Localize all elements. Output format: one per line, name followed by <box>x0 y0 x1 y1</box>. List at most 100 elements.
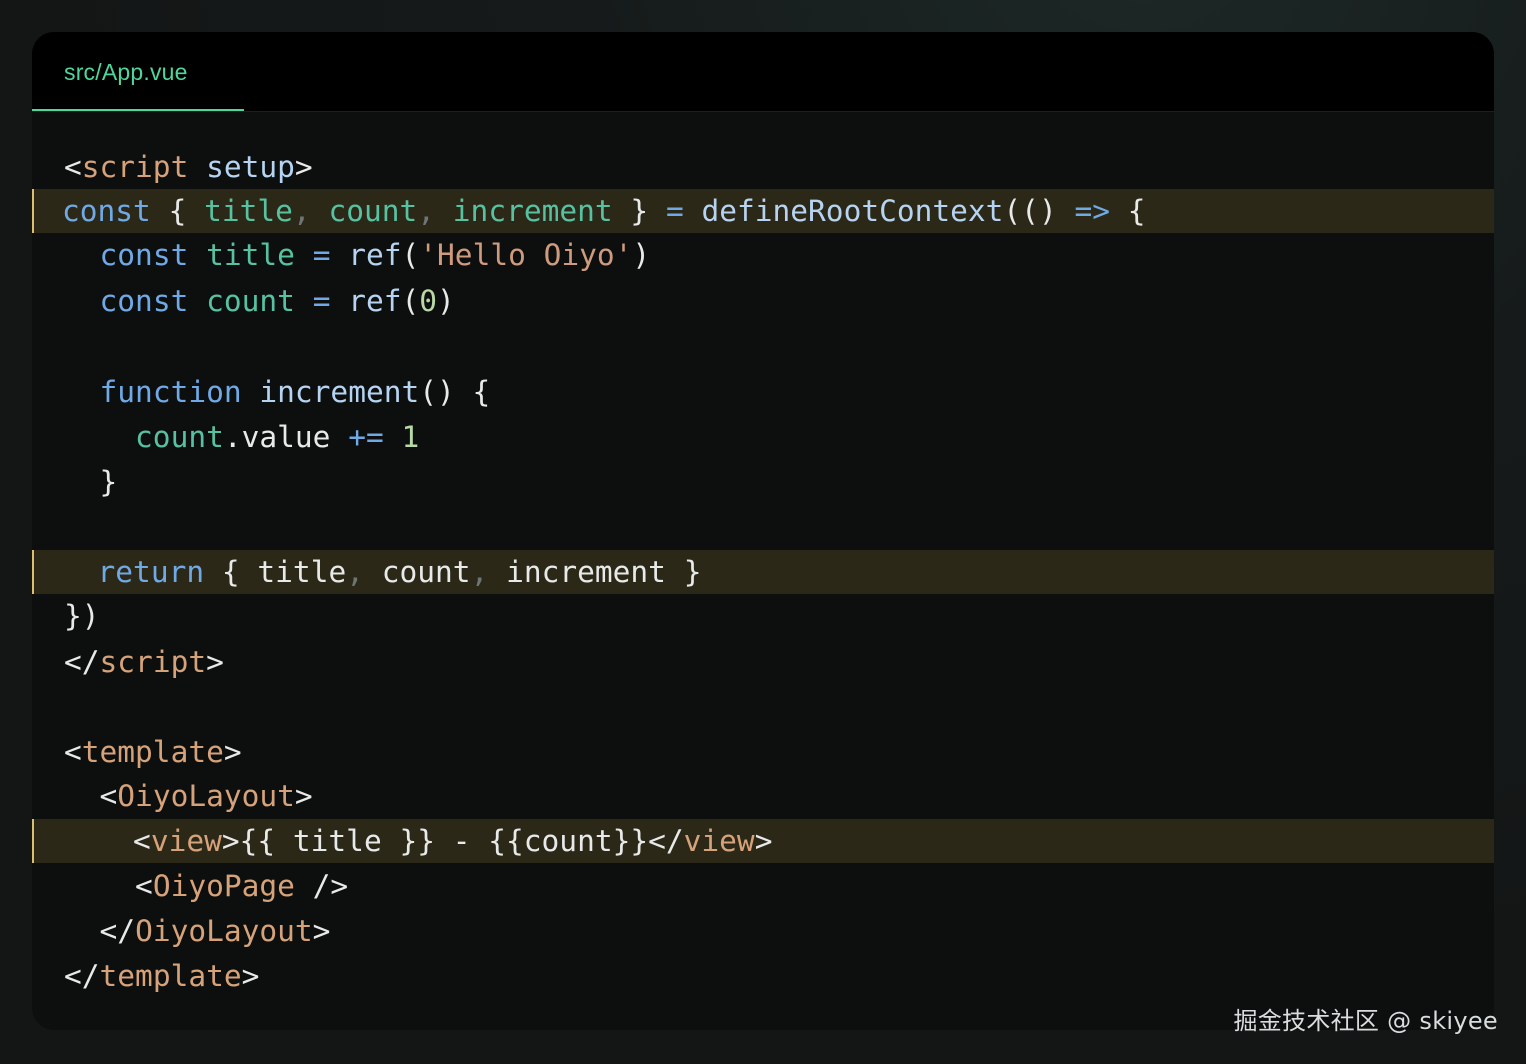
code-token: title <box>206 238 295 272</box>
code-token: OiyoLayout <box>117 779 295 813</box>
code-token: </ <box>64 645 100 679</box>
code-line: <script setup> <box>32 145 1494 189</box>
code-token: < <box>64 735 82 769</box>
code-token: } <box>683 555 702 589</box>
code-token: view <box>683 824 755 858</box>
code-token: > <box>754 824 773 858</box>
code-token: += <box>348 420 384 454</box>
code-token: , <box>292 194 311 228</box>
code-line: const count = ref(0) <box>32 279 1494 323</box>
code-token: 0 <box>419 284 438 318</box>
code-token: = <box>665 194 684 228</box>
code-token: increment <box>259 375 420 409</box>
code-line: const title = ref('Hello Oiyo') <box>32 233 1494 277</box>
code-line: <OiyoPage /> <box>32 864 1494 908</box>
code-token: > <box>312 914 331 948</box>
code-token: () <box>419 375 455 409</box>
code-token: script <box>81 150 189 184</box>
code-token: , <box>417 194 436 228</box>
code-token: const <box>99 238 189 272</box>
code-token: ) <box>632 238 651 272</box>
code-line: <template> <box>32 730 1494 774</box>
code-token: { <box>1127 194 1146 228</box>
code-editor-panel: src/App.vue <script setup> const { title,… <box>32 32 1494 1030</box>
code-token: , <box>470 555 489 589</box>
code-token: OiyoLayout <box>135 914 313 948</box>
code-line: } <box>32 460 1494 504</box>
code-token: defineRootContext <box>701 194 1004 228</box>
code-token: title <box>204 194 293 228</box>
code-token: return <box>97 555 205 589</box>
code-token: count <box>206 284 295 318</box>
code-token: setup <box>206 150 295 184</box>
code-line-highlighted: const { title, count, increment } = defi… <box>32 189 1494 233</box>
code-token: { <box>472 375 491 409</box>
code-token: increment <box>506 555 666 589</box>
code-line: </template> <box>32 954 1494 998</box>
code-token: title <box>257 555 347 589</box>
code-token: ) <box>437 284 455 318</box>
code-token: < <box>99 779 118 813</box>
code-token: script <box>99 645 207 679</box>
code-token: }) <box>64 599 100 633</box>
code-token: count <box>328 194 418 228</box>
code-token: >{{ title }} - {{count}}</ <box>221 824 684 858</box>
code-token: ref <box>348 284 402 318</box>
code-token: 'Hello Oiyo' <box>419 238 633 272</box>
code-line: }) <box>32 594 1494 638</box>
code-token: { <box>168 194 187 228</box>
code-token: count <box>381 555 471 589</box>
tab-bar: src/App.vue <box>32 32 1494 112</box>
tab-app-vue[interactable]: src/App.vue <box>32 32 244 111</box>
code-token: const <box>99 284 189 318</box>
tab-label: src/App.vue <box>64 59 188 85</box>
code-line-highlighted: return { title, count, increment } <box>32 550 1494 594</box>
code-token: count <box>135 420 224 454</box>
code-token: 1 <box>401 420 420 454</box>
code-token: = <box>312 238 331 272</box>
code-token: /> <box>294 869 349 903</box>
code-token: => <box>1074 194 1111 228</box>
code-token: { <box>221 555 240 589</box>
code-token: ( <box>401 284 420 318</box>
code-token: } <box>99 465 118 499</box>
code-token: </ <box>99 914 136 948</box>
code-token: = <box>312 284 331 318</box>
code-token: template <box>81 735 224 769</box>
code-token: OiyoPage <box>152 869 295 903</box>
code-token: > <box>206 645 224 679</box>
code-line: </script> <box>32 640 1494 684</box>
code-token: ref <box>348 238 402 272</box>
code-token: (() <box>1003 194 1057 228</box>
